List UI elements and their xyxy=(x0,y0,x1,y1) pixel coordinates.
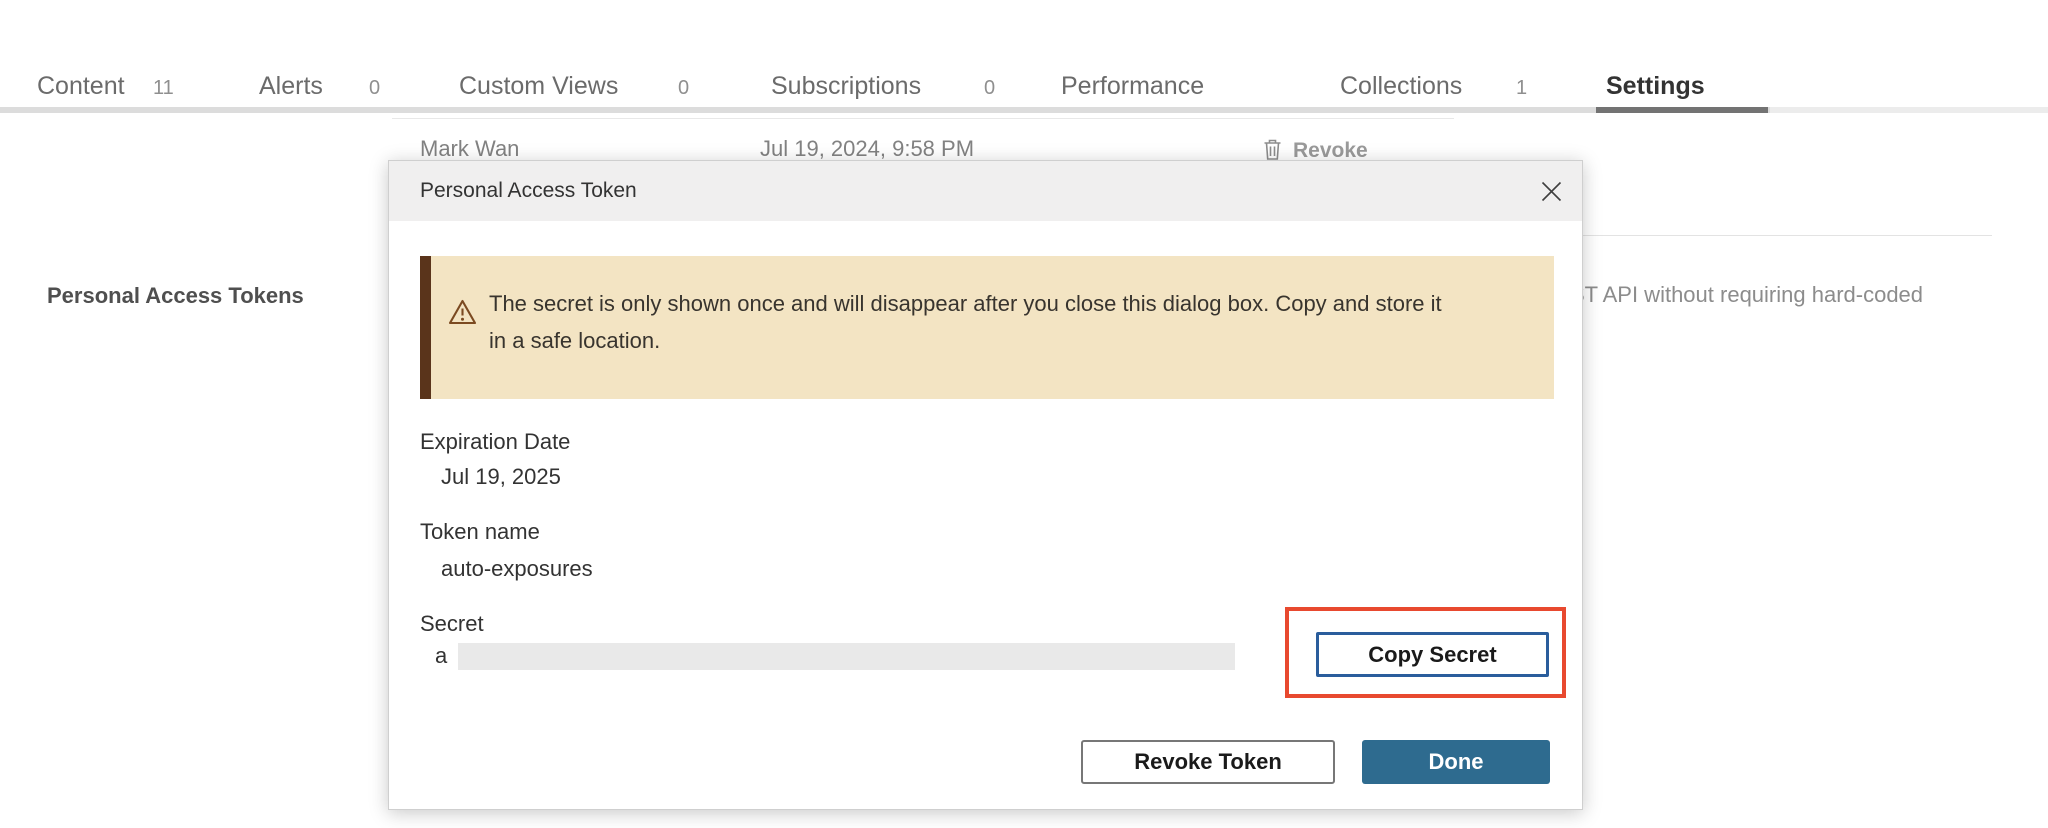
warning-banner: The secret is only shown once and will d… xyxy=(420,256,1554,399)
token-row-user: Mark Wan xyxy=(420,136,519,162)
table-row-divider xyxy=(392,118,1454,119)
warning-icon xyxy=(447,298,478,331)
tab-collections-count: 1 xyxy=(1516,77,1527,100)
personal-access-token-dialog: Personal Access Token The secret is only… xyxy=(388,160,1583,810)
token-row-timestamp: Jul 19, 2024, 9:58 PM xyxy=(760,136,974,162)
tab-content[interactable]: Content xyxy=(37,72,125,101)
close-icon[interactable] xyxy=(1536,176,1566,206)
tab-performance[interactable]: Performance xyxy=(1061,72,1204,101)
tab-subscriptions-count: 0 xyxy=(984,77,995,100)
tab-alerts[interactable]: Alerts xyxy=(259,72,323,101)
tab-custom-views[interactable]: Custom Views xyxy=(459,72,618,101)
tab-bar-underline-light xyxy=(1770,107,2048,113)
secret-label: Secret xyxy=(420,611,484,637)
secret-value-prefix: a xyxy=(435,643,447,669)
expiration-date-label: Expiration Date xyxy=(420,429,570,455)
warning-text: The secret is only shown once and will d… xyxy=(489,285,1449,359)
screen: Content 11 Alerts 0 Custom Views 0 Subsc… xyxy=(0,0,2048,828)
expiration-date-value: Jul 19, 2025 xyxy=(441,464,561,490)
tab-subscriptions[interactable]: Subscriptions xyxy=(771,72,921,101)
tab-collections[interactable]: Collections xyxy=(1340,72,1462,101)
token-name-value: auto-exposures xyxy=(441,556,593,582)
dialog-header: Personal Access Token xyxy=(389,161,1582,221)
active-tab-indicator xyxy=(1596,107,1768,113)
done-button[interactable]: Done xyxy=(1362,740,1550,784)
revoke-token-button[interactable]: Revoke Token xyxy=(1081,740,1335,784)
token-name-label: Token name xyxy=(420,519,540,545)
section-description-fragment: ST API without requiring hard-coded xyxy=(1570,282,1923,308)
tab-content-count: 11 xyxy=(153,77,174,100)
tab-custom-views-count: 0 xyxy=(678,77,689,100)
tab-settings[interactable]: Settings xyxy=(1606,72,1705,101)
secret-masked-bar xyxy=(458,643,1235,670)
tab-alerts-count: 0 xyxy=(369,77,380,100)
dialog-title: Personal Access Token xyxy=(420,161,637,221)
copy-secret-button[interactable]: Copy Secret xyxy=(1316,632,1549,677)
section-divider xyxy=(1560,235,1992,236)
section-heading-personal-access-tokens: Personal Access Tokens xyxy=(47,283,304,309)
